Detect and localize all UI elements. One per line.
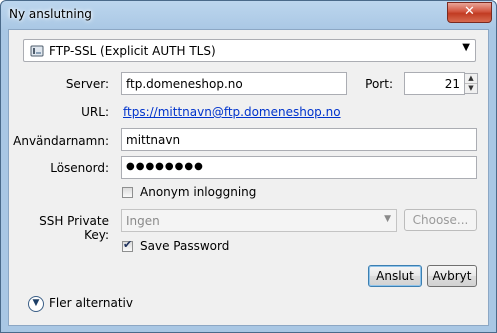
close-button[interactable]: ✕ (447, 2, 492, 23)
expand-chevron-icon[interactable]: ▼ (28, 296, 44, 312)
chevron-down-icon: ▼ (462, 42, 470, 53)
anonymous-checkbox[interactable] (122, 187, 133, 198)
protocol-dropdown[interactable]: FTP-SSL (Explicit AUTH TLS) ▼ (23, 39, 476, 62)
ssh-key-dropdown[interactable]: Ingen ▼ (121, 209, 397, 232)
window-title: Ny anslutning (9, 7, 92, 21)
chevron-down-icon: ▼ (384, 214, 391, 224)
connect-button[interactable]: Anslut (368, 265, 422, 287)
save-password-label[interactable]: Save Password (140, 239, 229, 253)
checkmark-icon: ✔ (123, 238, 133, 251)
choose-key-button[interactable]: Choose... (404, 209, 477, 231)
password-input[interactable]: ●●●●●●●● (121, 156, 477, 179)
title-bar[interactable]: Ny anslutning ✕ (1, 1, 496, 29)
save-password-checkbox[interactable]: ✔ (122, 238, 133, 252)
url-label: URL: (81, 105, 109, 119)
protocol-selected: FTP-SSL (Explicit AUTH TLS) (49, 44, 216, 58)
password-label: Lösenord: (50, 161, 109, 175)
anonymous-label[interactable]: Anonym inloggning (140, 185, 256, 199)
port-input[interactable] (404, 72, 465, 95)
spin-down-icon[interactable]: ▼ (465, 84, 477, 93)
server-label: Server: (65, 77, 109, 91)
ssh-key-selected: Ingen (126, 214, 160, 228)
close-icon: ✕ (464, 4, 475, 19)
spin-up-icon[interactable]: ▲ (465, 74, 477, 84)
drive-icon (30, 45, 44, 57)
username-label: Användarnamn: (13, 134, 109, 148)
url-link[interactable]: ftps://mittnavn@ftp.domeneshop.no (123, 105, 341, 119)
dialog-body: FTP-SSL (Explicit AUTH TLS) ▼ Server: Po… (8, 29, 489, 326)
more-options-label[interactable]: Fler alternativ (49, 296, 133, 310)
server-input[interactable] (121, 72, 347, 95)
port-spinner[interactable]: ▲ ▼ (464, 73, 478, 94)
cancel-button[interactable]: Avbryt (427, 265, 477, 287)
ssh-key-label: SSH Private Key: (39, 214, 109, 242)
connection-dialog: Ny anslutning ✕ FTP-SSL (Explicit AUTH T… (0, 0, 497, 333)
port-label: Port: (365, 77, 393, 91)
username-input[interactable] (121, 128, 477, 151)
